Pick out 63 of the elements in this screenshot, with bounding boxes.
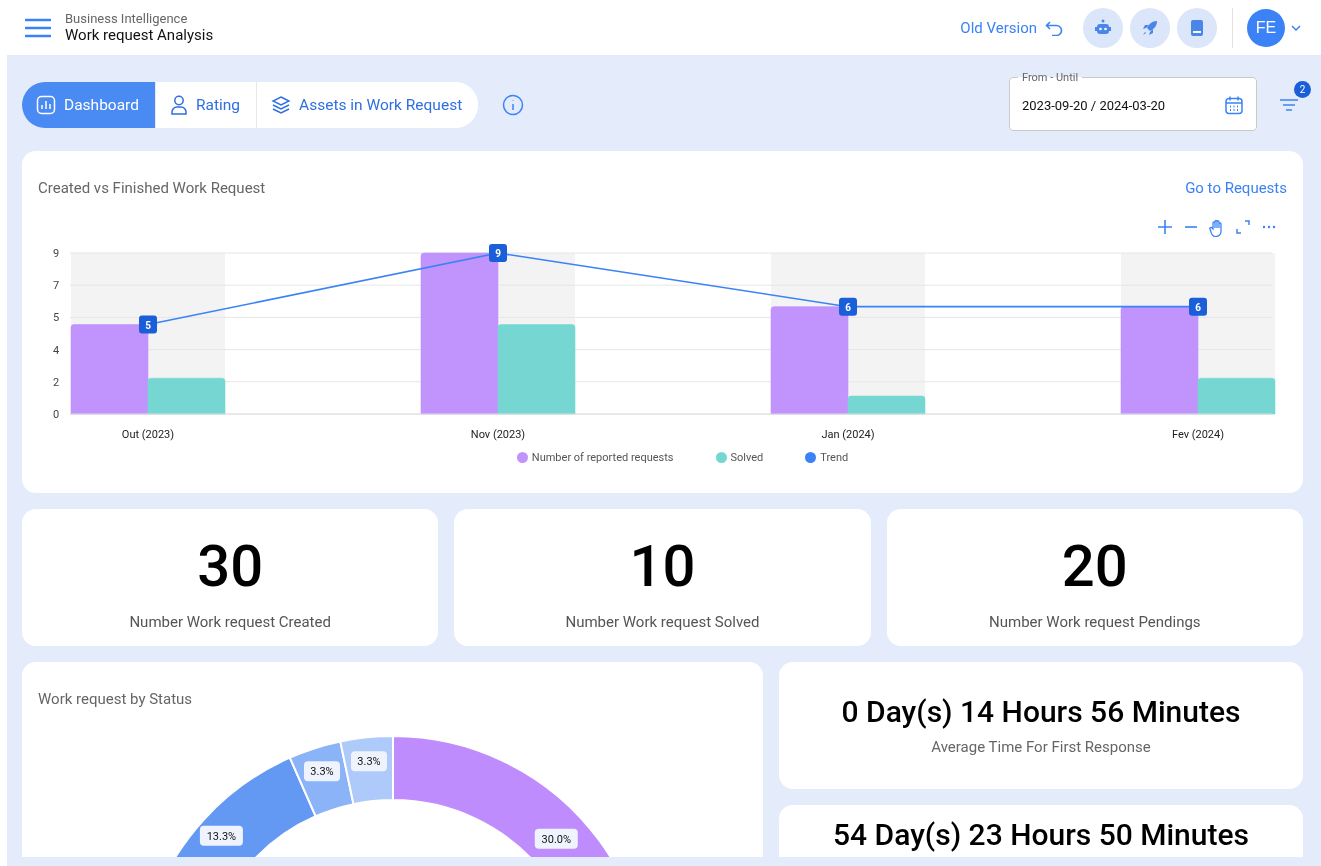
legend-label: Solved [730,451,764,464]
field-label: From - Until [1021,70,1080,85]
data-label: 5 [145,319,152,331]
field-value: 2023-09-20 / 2024-03-20 [1022,97,1167,113]
zoom-in-icon[interactable] [1157,219,1173,235]
x-axis-label: Jan (2024) [821,428,875,441]
y-axis-label: 2 [52,375,60,389]
data-label: 3.3% [303,761,340,782]
menu-icon[interactable] [25,17,51,38]
data-label: 9 [495,248,502,259]
kpi-value: 20 [1061,533,1128,599]
kpi-label: Number Work request Created [129,613,331,631]
y-axis-label: 4 [52,343,60,357]
x-axis-label: Nov (2023) [470,428,526,441]
undo-icon [1045,19,1063,36]
filter-icon[interactable] [1279,97,1299,112]
hand-icon[interactable] [1209,219,1225,237]
rocket-icon-button[interactable] [1130,7,1170,48]
legend-label: Trend [820,451,849,464]
book-icon-button[interactable] [1177,7,1217,48]
legend-label: Number of reported requests [531,451,674,464]
data-label: 6 [845,301,852,313]
data-label: 3.3% [309,765,334,779]
filter-count-badge: 2 [1294,80,1311,98]
data-label: 3.3% [350,751,387,772]
x-axis-label: Out (2023) [121,428,175,441]
y-axis-label: 5 [52,311,60,325]
kpi-label: Number Work request Solved [565,613,760,631]
chart-title: Created vs Finished Work Request [38,179,266,197]
kpi-label: Number Work request Pendings [989,613,1201,631]
y-axis-label: 7 [52,279,60,293]
info-icon[interactable] [502,93,525,116]
rocket-icon [1141,18,1159,37]
stat-value: 54 Day(s) 23 Hours 50 Minutes [833,817,1249,853]
tab[interactable]: Dashboard [22,81,156,128]
fullscreen-icon[interactable] [1235,219,1251,235]
breadcrumb-section: Business Intelligence [65,11,214,26]
y-axis-label: 9 [52,247,60,260]
data-label: 30.0% [541,832,571,846]
stat-value: 0 Day(s) 14 Hours 56 Minutes [841,694,1241,730]
data-label: 9 [489,244,507,262]
chart-title: Work request by Status [38,690,194,708]
x-axis-label: Fev (2024) [1171,428,1225,441]
page-title: Work request Analysis [65,26,214,44]
book-icon [1189,18,1205,37]
robot-icon [1094,18,1112,37]
user-avatar[interactable]: FE [1247,8,1285,47]
data-label: 6 [1195,301,1202,313]
go-to-requests-link[interactable]: Go to Requests [1185,179,1287,197]
data-label: 3.3% [356,755,381,769]
old-version-link[interactable]: Old Version [960,18,1063,37]
stat-label: Average Time For First Response [931,738,1151,756]
data-label: 13.3% [206,829,236,843]
kpi-value: 10 [629,533,696,599]
y-axis-label: 0 [52,408,60,421]
kpi-value: 30 [197,533,264,599]
robot-icon-button[interactable] [1083,7,1123,48]
calendar-icon[interactable] [1224,95,1244,115]
chevron-down-icon[interactable] [1291,24,1301,31]
date-range-field[interactable]: From - Until 2023-09-20 / 2024-03-20 [1009,70,1257,131]
person-icon [169,94,188,115]
chart-icon [36,94,56,115]
layers-icon [271,94,292,115]
